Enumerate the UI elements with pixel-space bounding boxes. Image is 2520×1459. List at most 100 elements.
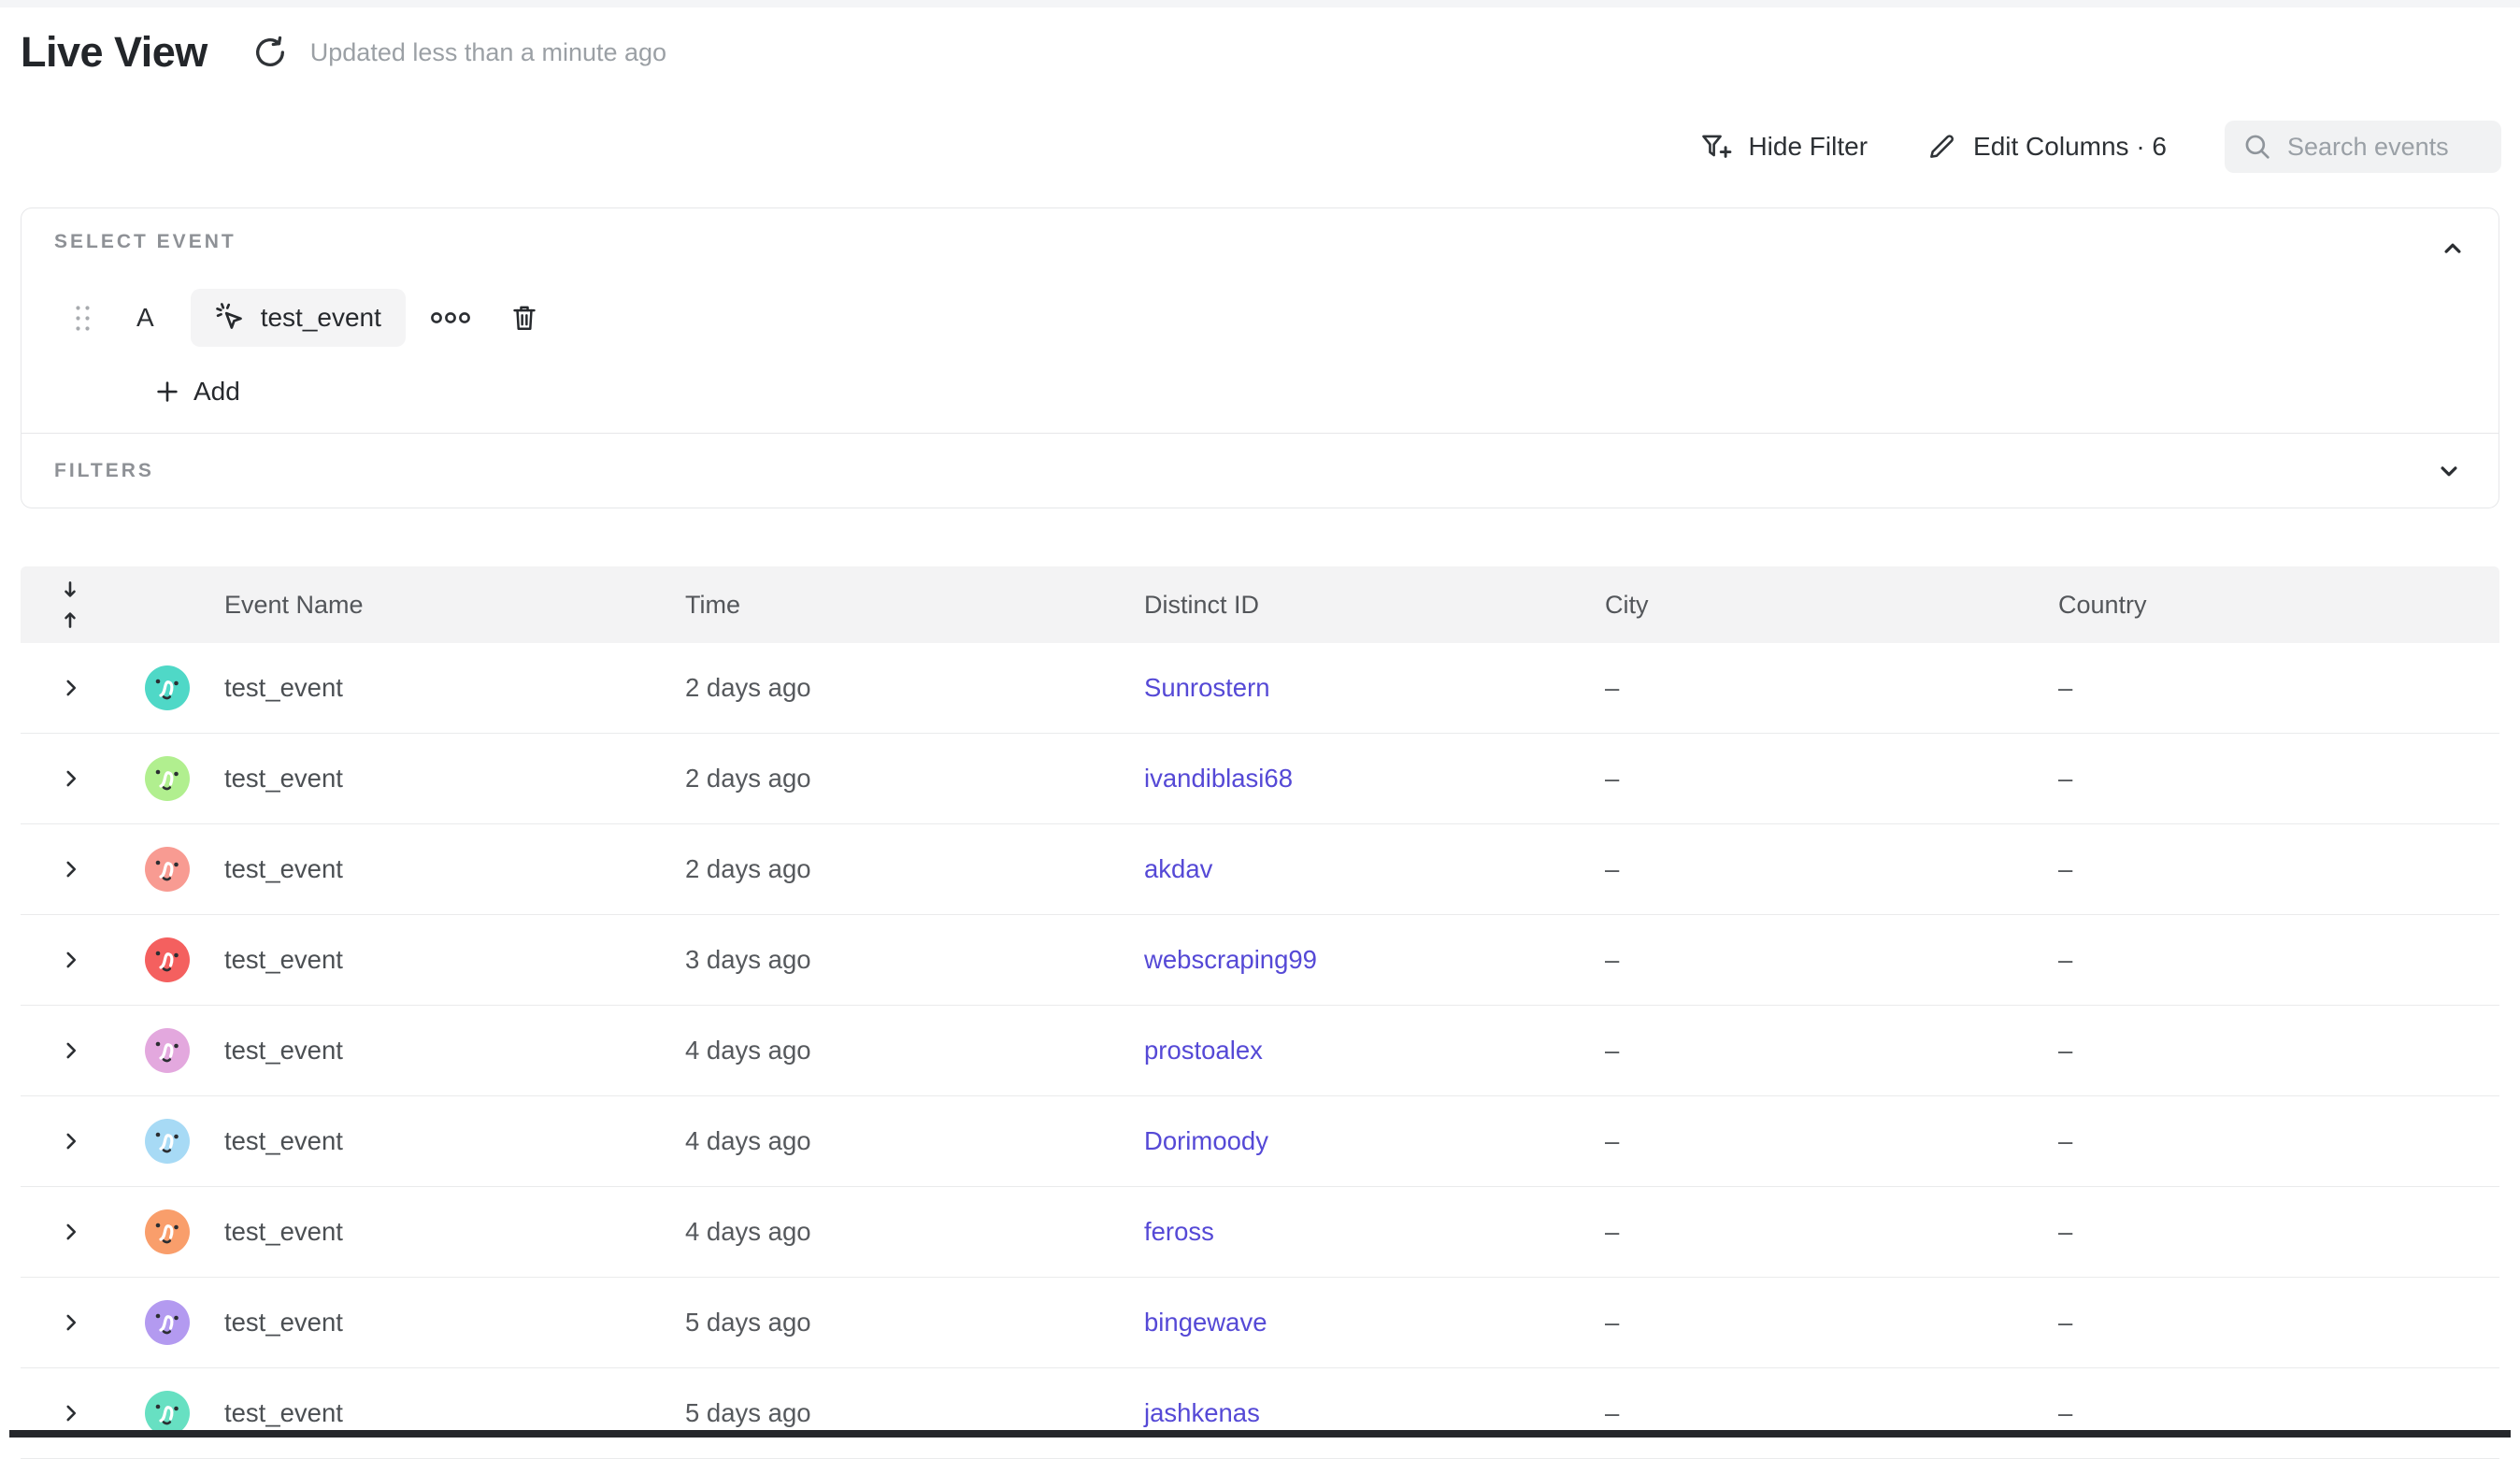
header-distinct-id: Distinct ID xyxy=(1144,591,1605,620)
hide-filter-button[interactable]: Hide Filter xyxy=(1698,130,1868,164)
trash-icon xyxy=(509,302,539,334)
updated-status: Updated less than a minute ago xyxy=(310,38,666,67)
page-header: Live View Updated less than a minute ago xyxy=(21,28,666,77)
selected-event-name: test_event xyxy=(261,303,381,333)
chevron-right-icon xyxy=(59,766,83,791)
page-title: Live View xyxy=(21,28,208,77)
distinct-id-link[interactable]: prostoalex xyxy=(1144,1036,1263,1065)
add-label: Add xyxy=(193,377,240,407)
avatar xyxy=(145,1028,190,1073)
row-city: – xyxy=(1605,764,2058,794)
row-city: – xyxy=(1605,854,2058,884)
row-city: – xyxy=(1605,673,2058,703)
drag-handle[interactable] xyxy=(74,304,92,333)
distinct-id-link[interactable]: Sunrostern xyxy=(1144,673,1270,702)
chevron-right-icon xyxy=(59,1038,83,1063)
row-event-name: test_event xyxy=(224,764,685,794)
row-time: 4 days ago xyxy=(685,1036,1144,1066)
table-row: test_event 4 days ago Dorimoody – – xyxy=(21,1096,2499,1187)
row-country: – xyxy=(2058,1308,2499,1337)
collapse-section-button[interactable] xyxy=(2435,231,2470,266)
distinct-id-link[interactable]: webscraping99 xyxy=(1144,945,1317,974)
edit-columns-button[interactable]: Edit Columns · 6 xyxy=(1926,131,2167,163)
row-event-name: test_event xyxy=(224,1217,685,1247)
search-events-box[interactable] xyxy=(2225,121,2501,173)
expand-filters-button[interactable] xyxy=(2431,453,2467,489)
distinct-id-link[interactable]: Dorimoody xyxy=(1144,1126,1268,1155)
cursor-click-icon xyxy=(215,302,247,334)
table-row: test_event 4 days ago feross – – xyxy=(21,1187,2499,1278)
row-country: – xyxy=(2058,1126,2499,1156)
row-city: – xyxy=(1605,1036,2058,1066)
avatar xyxy=(145,1300,190,1345)
delete-event-button[interactable] xyxy=(509,302,539,334)
row-event-name: test_event xyxy=(224,1036,685,1066)
avatar xyxy=(145,847,190,892)
row-event-name: test_event xyxy=(224,673,685,703)
event-overflow-menu-button[interactable] xyxy=(429,308,472,327)
table-row: test_event 2 days ago akdav – – xyxy=(21,824,2499,915)
row-time: 4 days ago xyxy=(685,1217,1144,1247)
distinct-id-link[interactable]: bingewave xyxy=(1144,1308,1267,1337)
chevron-right-icon xyxy=(59,1310,83,1335)
row-city: – xyxy=(1605,1126,2058,1156)
header-time: Time xyxy=(685,591,1144,620)
event-row: A test_event xyxy=(74,289,2470,347)
expand-row-button[interactable] xyxy=(59,676,83,700)
row-event-name: test_event xyxy=(224,854,685,884)
event-selector-chip[interactable]: test_event xyxy=(191,289,406,347)
table-row: test_event 5 days ago bingewave – – xyxy=(21,1278,2499,1368)
row-event-name: test_event xyxy=(224,1126,685,1156)
row-event-name: test_event xyxy=(224,945,685,975)
expand-row-button[interactable] xyxy=(59,1310,83,1335)
expand-row-button[interactable] xyxy=(59,857,83,881)
chevron-right-icon xyxy=(59,1220,83,1244)
distinct-id-link[interactable]: feross xyxy=(1144,1217,1214,1246)
row-time: 2 days ago xyxy=(685,764,1144,794)
avatar xyxy=(145,1119,190,1164)
chevron-up-icon xyxy=(2439,235,2467,263)
event-letter: A xyxy=(136,303,154,333)
row-country: – xyxy=(2058,1217,2499,1247)
distinct-id-link[interactable]: jashkenas xyxy=(1144,1398,1260,1427)
expand-row-button[interactable] xyxy=(59,1038,83,1063)
table-row: test_event 2 days ago Sunrostern – – xyxy=(21,643,2499,734)
refresh-icon xyxy=(251,34,289,71)
window-top-edge xyxy=(0,0,2520,7)
add-event-button[interactable]: Add xyxy=(153,373,240,410)
row-time: 2 days ago xyxy=(685,854,1144,884)
row-time: 2 days ago xyxy=(685,673,1144,703)
row-city: – xyxy=(1605,945,2058,975)
expand-row-button[interactable] xyxy=(59,1401,83,1425)
avatar xyxy=(145,665,190,710)
filters-label: FILTERS xyxy=(54,460,154,482)
distinct-id-link[interactable]: ivandiblasi68 xyxy=(1144,764,1293,793)
row-event-name: test_event xyxy=(224,1398,685,1428)
distinct-id-link[interactable]: akdav xyxy=(1144,854,1212,883)
expand-row-button[interactable] xyxy=(59,766,83,791)
events-table: Event Name Time Distinct ID City Country xyxy=(21,566,2499,1459)
edit-columns-label: Edit Columns · 6 xyxy=(1973,132,2167,162)
avatar xyxy=(145,937,190,982)
avatar xyxy=(145,1391,190,1436)
expand-row-button[interactable] xyxy=(59,1220,83,1244)
collapse-all-rows-button[interactable] xyxy=(47,580,84,629)
refresh-button[interactable] xyxy=(251,33,290,72)
table-row: test_event 5 days ago jashkenas – – xyxy=(21,1368,2499,1459)
row-country: – xyxy=(2058,945,2499,975)
pencil-icon xyxy=(1926,131,1957,163)
query-builder-panel: SELECT EVENT A xyxy=(21,207,2499,508)
row-country: – xyxy=(2058,1036,2499,1066)
search-events-input[interactable] xyxy=(2287,133,2484,162)
chevron-right-icon xyxy=(59,1401,83,1425)
chevron-down-icon xyxy=(2435,457,2463,485)
chevron-right-icon xyxy=(59,857,83,881)
window-bottom-edge xyxy=(9,1430,2511,1438)
row-country: – xyxy=(2058,764,2499,794)
expand-row-button[interactable] xyxy=(59,1129,83,1153)
expand-row-button[interactable] xyxy=(59,948,83,972)
row-city: – xyxy=(1605,1217,2058,1247)
row-time: 5 days ago xyxy=(685,1398,1144,1428)
search-icon xyxy=(2241,131,2273,163)
chevron-right-icon xyxy=(59,948,83,972)
